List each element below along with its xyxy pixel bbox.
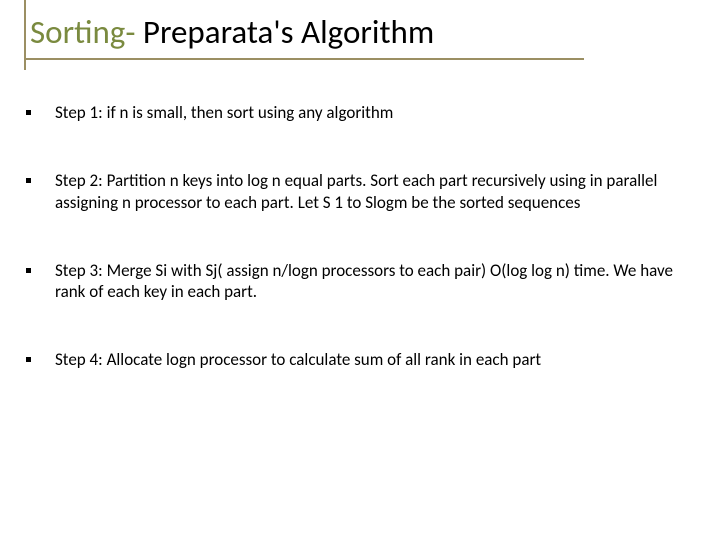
- list-item-text: Step 3: Merge Si with Sj( assign n/logn …: [55, 260, 686, 304]
- slide: Sorting- Preparata's Algorithm Step 1: i…: [0, 0, 720, 540]
- bullet-icon: [26, 110, 31, 115]
- slide-title: Sorting- Preparata's Algorithm: [30, 14, 696, 50]
- list-item: Step 3: Merge Si with Sj( assign n/logn …: [26, 260, 686, 304]
- bullet-icon: [26, 178, 31, 183]
- bullet-icon: [26, 268, 31, 273]
- title-accent-text: Sorting-: [30, 12, 135, 52]
- list-item: Step 2: Partition n keys into log n equa…: [26, 170, 686, 214]
- title-accent-horizontal: [24, 58, 584, 60]
- bullet-list: Step 1: if n is small, then sort using a…: [24, 102, 696, 371]
- list-item-text: Step 1: if n is small, then sort using a…: [55, 102, 393, 124]
- list-item: Step 1: if n is small, then sort using a…: [26, 102, 686, 124]
- list-item: Step 4: Allocate logn processor to calcu…: [26, 349, 686, 371]
- list-item-text: Step 2: Partition n keys into log n equa…: [55, 170, 686, 214]
- bullet-icon: [26, 357, 31, 362]
- title-rest-text: Preparata's Algorithm: [135, 12, 434, 52]
- list-item-text: Step 4: Allocate logn processor to calcu…: [55, 349, 541, 371]
- title-container: Sorting- Preparata's Algorithm: [24, 14, 696, 60]
